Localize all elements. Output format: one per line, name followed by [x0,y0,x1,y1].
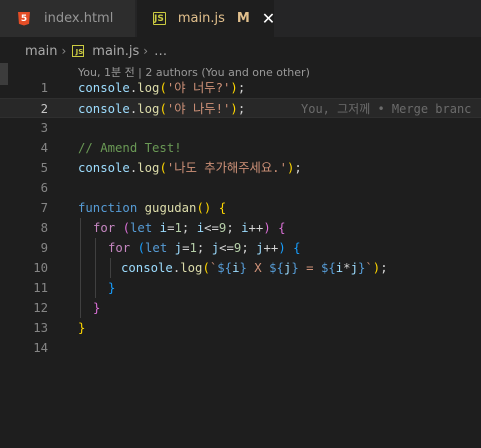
line-content: } [93,301,101,315]
breadcrumb-file[interactable]: JS main.js [72,44,139,59]
line-number: 5 [40,161,48,175]
line-content: console.log('야 나두!'); [78,102,246,116]
line-number: 6 [40,181,48,195]
breadcrumb-folder[interactable]: main [25,44,57,59]
inline-blame: You, 그저께 • Merge branc [301,102,472,116]
line-content: console.log('야 너두?'); [78,81,246,95]
modified-badge: M [236,11,250,26]
js-file-icon: JS [72,45,85,57]
tab-label: main.js [177,11,225,26]
line-content: function gugudan() { [78,201,227,215]
line-number: 7 [40,201,48,215]
line-number: 11 [33,281,48,295]
tab-main-js[interactable]: JS main.js M ✕ [137,0,275,37]
code-line: 9 for (let j=1; j<=9; j++) { [0,238,481,258]
code-line: 12 } [0,298,481,318]
code-line: 13 } [0,318,481,338]
chevron-right-icon: › [61,44,67,58]
line-number: 13 [33,321,48,335]
tab-index-html[interactable]: 5 index.html [0,0,136,37]
js-file-icon: JS [153,12,166,25]
code-line: 7 function gugudan() { [0,198,481,218]
chevron-right-icon: › [143,44,149,58]
code-editor[interactable]: 1 console.log('야 너두?'); 2 console.log('야… [0,78,481,378]
code-line: 4 // Amend Test! [0,138,481,158]
line-content: for (let i=1; i<=9; i++) { [93,221,286,235]
line-number: 8 [40,221,48,235]
line-content: } [108,281,116,295]
line-number: 9 [40,241,48,255]
line-number: 4 [40,141,48,155]
line-content: for (let j=1; j<=9; j++) { [108,241,301,255]
code-line: 3 [0,118,481,138]
line-number: 1 [40,81,48,95]
tab-bar: 5 index.html JS main.js M ✕ [0,0,481,37]
tab-label: index.html [44,11,114,26]
code-line: 11 } [0,278,481,298]
breadcrumb-symbol[interactable]: … [154,44,167,59]
code-line: 1 console.log('야 너두?'); [0,78,481,98]
line-number: 2 [40,102,48,116]
code-line: 6 [0,178,481,198]
code-line: 5 console.log('나도 추가해주세요.'); [0,158,481,178]
line-content: console.log(`${i} X ${j} = ${i*j}`); [121,261,388,275]
code-line: 10 console.log(`${i} X ${j} = ${i*j}`); [0,258,481,278]
code-line: 14 [0,338,481,358]
html5-icon: 5 [18,11,30,26]
line-number: 3 [40,121,48,135]
line-number: 14 [33,341,48,355]
breadcrumb: main › JS main.js › … [0,37,481,65]
code-line-active: 2 console.log('야 나두!'); You, 그저께 • Merge… [0,98,481,118]
close-icon[interactable]: ✕ [262,10,275,27]
line-number: 10 [33,261,48,275]
line-content: } [78,321,86,335]
line-number: 12 [33,301,48,315]
code-line: 8 for (let i=1; i<=9; i++) { [0,218,481,238]
line-content: // Amend Test! [78,141,182,155]
line-content: console.log('나도 추가해주세요.'); [78,161,302,175]
breadcrumb-file-label: main.js [92,43,140,59]
